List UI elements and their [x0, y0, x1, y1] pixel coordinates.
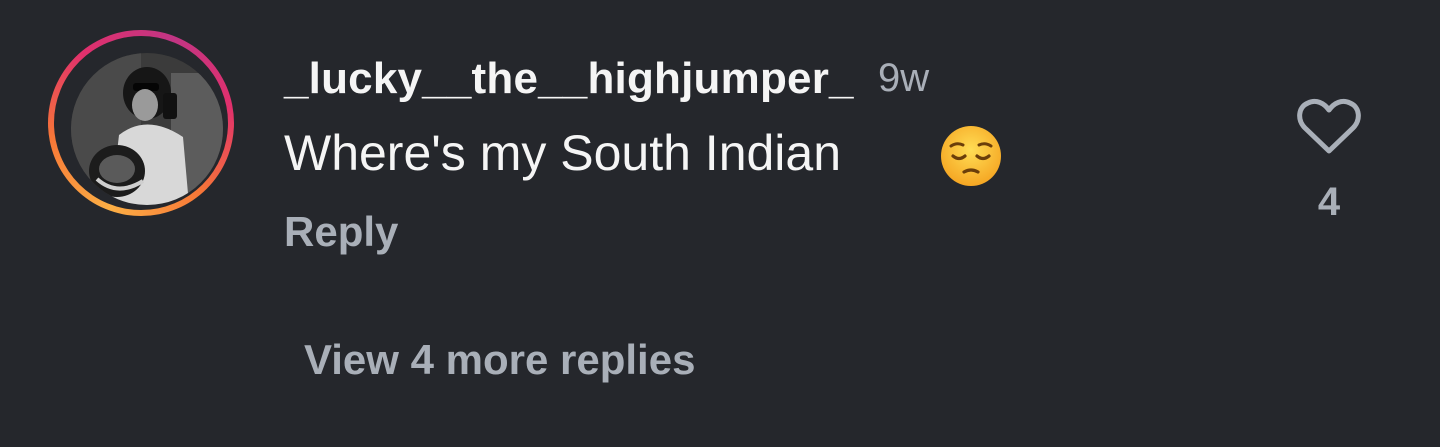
comment-username[interactable]: _lucky__the__highjumper_ — [284, 54, 854, 104]
avatar-ring-gap — [54, 36, 228, 210]
comment-timestamp: 9w — [878, 56, 930, 100]
comment-text: Where's my South Indian — [284, 125, 842, 181]
avatar-story-ring[interactable] — [48, 30, 234, 216]
comment: _lucky__the__highjumper_ 9w Where's my S… — [0, 0, 1440, 447]
heart-icon[interactable] — [1296, 96, 1362, 158]
avatar-image — [71, 53, 223, 205]
like-count: 4 — [1317, 180, 1341, 224]
reply-button[interactable]: Reply — [284, 208, 398, 256]
avatar[interactable] — [71, 53, 223, 205]
view-more-replies-button[interactable]: View 4 more replies — [304, 336, 695, 384]
pensive-face-emoji-icon — [941, 126, 1001, 186]
